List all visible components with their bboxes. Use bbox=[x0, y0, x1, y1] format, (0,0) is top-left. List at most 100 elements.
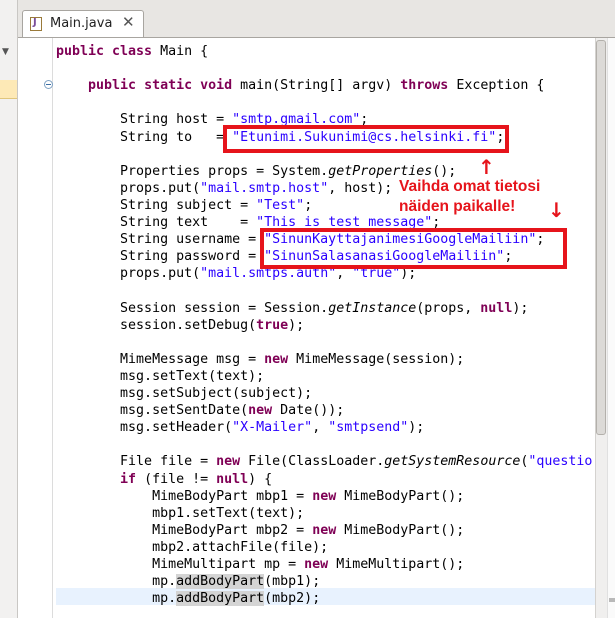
code-token: ) { bbox=[248, 471, 273, 487]
code-line[interactable]: mp.addBodyPart(mbp2); bbox=[56, 590, 320, 607]
code-line[interactable]: if (file != null) { bbox=[56, 471, 272, 488]
code-token: msg.setSubject(subject); bbox=[56, 386, 313, 401]
code-line[interactable]: MimeMultipart mp = new MimeMultipart(); bbox=[56, 556, 464, 573]
code-line[interactable]: msg.setSubject(subject); bbox=[56, 385, 312, 402]
code-token: Date()); bbox=[272, 403, 345, 419]
code-token: Properties props = System. bbox=[56, 163, 329, 179]
code-token: String subject = bbox=[56, 197, 257, 213]
code-token: File file = bbox=[56, 454, 217, 470]
overview-marker bbox=[609, 598, 615, 602]
code-line[interactable]: msg.setText(text); bbox=[56, 368, 264, 385]
code-line[interactable]: File file = new File(ClassLoader.getSyst… bbox=[56, 453, 592, 470]
code-token: "X-Mailer" bbox=[232, 420, 313, 436]
overview-ruler bbox=[607, 38, 615, 618]
code-token: MimeBodyPart(); bbox=[336, 488, 465, 504]
code-line[interactable]: MimeBodyPart mbp2 = new MimeBodyPart(); bbox=[56, 522, 464, 539]
code-token: (file != bbox=[136, 471, 217, 487]
recipient-highlight-box bbox=[223, 125, 509, 153]
vertical-scrollbar-thumb[interactable] bbox=[596, 40, 606, 435]
code-token: msg.setHeader( bbox=[56, 420, 233, 436]
editor-tab-bar: Main.java ✕ bbox=[18, 0, 615, 38]
code-token: props.put( bbox=[56, 266, 201, 282]
code-token: new bbox=[312, 488, 337, 504]
code-token: null bbox=[480, 300, 513, 316]
code-token: ); bbox=[408, 420, 425, 436]
code-token: getSystemResource bbox=[384, 454, 521, 470]
credentials-highlight-box bbox=[260, 228, 567, 269]
code-token: MimeBodyPart mbp1 = bbox=[56, 488, 313, 504]
code-token: File(ClassLoader. bbox=[240, 454, 385, 470]
fold-collapse-icon[interactable] bbox=[44, 80, 53, 89]
code-token: MimeMessage msg = bbox=[56, 351, 265, 367]
code-token: main(String[] argv) bbox=[232, 78, 401, 94]
tab-main-java[interactable]: Main.java ✕ bbox=[22, 10, 144, 37]
code-token: MimeMultipart mp = bbox=[56, 557, 305, 572]
code-token: (mbp1); bbox=[264, 574, 321, 590]
code-token: Main { bbox=[152, 44, 209, 59]
code-token: addBodyPart bbox=[176, 591, 265, 607]
code-token: null bbox=[216, 471, 249, 487]
code-token: Exception { bbox=[448, 78, 545, 94]
code-token: "Test" bbox=[256, 197, 305, 213]
code-token: ); bbox=[288, 317, 305, 333]
left-panel-selection bbox=[0, 80, 17, 99]
code-line[interactable]: String subject = "Test"; bbox=[56, 197, 312, 214]
code-token: true bbox=[256, 317, 289, 333]
code-token: MimeMultipart(); bbox=[328, 557, 465, 572]
code-token: String host = bbox=[56, 112, 233, 128]
code-line[interactable]: msg.setHeader("X-Mailer", "smtpsend"); bbox=[56, 419, 424, 436]
code-line[interactable]: MimeMessage msg = new MimeMessage(sessio… bbox=[56, 351, 464, 368]
code-token: mp. bbox=[56, 574, 177, 590]
code-token: (mbp2); bbox=[264, 591, 321, 607]
annotation-text: Vaihda omat tietosi näiden paikalle! bbox=[399, 177, 540, 217]
code-line[interactable]: Properties props = System.getProperties(… bbox=[56, 163, 456, 180]
code-token: "smtpsend" bbox=[328, 420, 409, 436]
code-line[interactable]: props.put("mail.smtp.host", host); bbox=[56, 180, 392, 197]
code-token: msg.setText(text); bbox=[56, 368, 265, 384]
code-token: props.put( bbox=[56, 180, 201, 196]
tab-label: Main.java bbox=[50, 16, 113, 31]
up-arrow-icon: ↑ bbox=[478, 155, 495, 179]
code-token: public class bbox=[56, 44, 153, 59]
code-token: new bbox=[312, 522, 337, 538]
code-token: getInstance bbox=[328, 300, 417, 316]
code-token: , host); bbox=[328, 180, 393, 196]
code-token: String text = bbox=[56, 215, 257, 230]
view-menu-triangle-icon[interactable]: ▼ bbox=[2, 47, 9, 57]
code-token: (props, bbox=[416, 300, 481, 316]
code-token: "mail.smtp.host" bbox=[200, 180, 329, 196]
close-tab-icon[interactable]: ✕ bbox=[122, 13, 135, 31]
code-token: MimeBodyPart(); bbox=[336, 522, 465, 538]
code-line[interactable]: session.setDebug(true); bbox=[56, 317, 304, 334]
code-line[interactable]: public class Main { bbox=[56, 43, 208, 60]
code-token: ); bbox=[512, 300, 529, 316]
code-line[interactable]: mbp2.attachFile(file); bbox=[56, 539, 328, 556]
code-token: mbp2.attachFile(file); bbox=[56, 539, 329, 555]
code-line[interactable]: Session session = Session.getInstance(pr… bbox=[56, 300, 528, 317]
code-token: public static void bbox=[88, 78, 233, 94]
code-line[interactable]: mbp1.setText(text); bbox=[56, 505, 304, 522]
code-line[interactable]: msg.setSentDate(new Date()); bbox=[56, 402, 344, 419]
code-token: new bbox=[264, 351, 289, 367]
code-token: mbp1.setText(text); bbox=[56, 505, 305, 521]
code-token: addBodyPart bbox=[176, 574, 265, 590]
code-token: String username = bbox=[56, 232, 265, 248]
code-token: ; bbox=[304, 197, 313, 213]
left-panel-strip: ▼ bbox=[0, 0, 18, 618]
code-token: new bbox=[216, 454, 241, 470]
code-line[interactable]: MimeBodyPart mbp1 = new MimeBodyPart(); bbox=[56, 488, 464, 505]
code-token: msg.setSentDate( bbox=[56, 403, 249, 419]
code-token: "questio bbox=[528, 454, 593, 470]
annotation-line-1: Vaihda omat tietosi bbox=[399, 178, 541, 195]
code-token: if bbox=[120, 471, 137, 487]
code-token: , bbox=[312, 420, 329, 436]
java-file-icon bbox=[30, 17, 42, 31]
code-line[interactable]: mp.addBodyPart(mbp1); bbox=[56, 573, 320, 590]
code-token: String to = bbox=[56, 129, 233, 145]
code-line[interactable]: public static void main(String[] argv) t… bbox=[56, 77, 544, 94]
code-token: Session session = Session. bbox=[56, 300, 329, 316]
code-token: String password = bbox=[56, 249, 265, 265]
code-token: new bbox=[304, 557, 329, 572]
